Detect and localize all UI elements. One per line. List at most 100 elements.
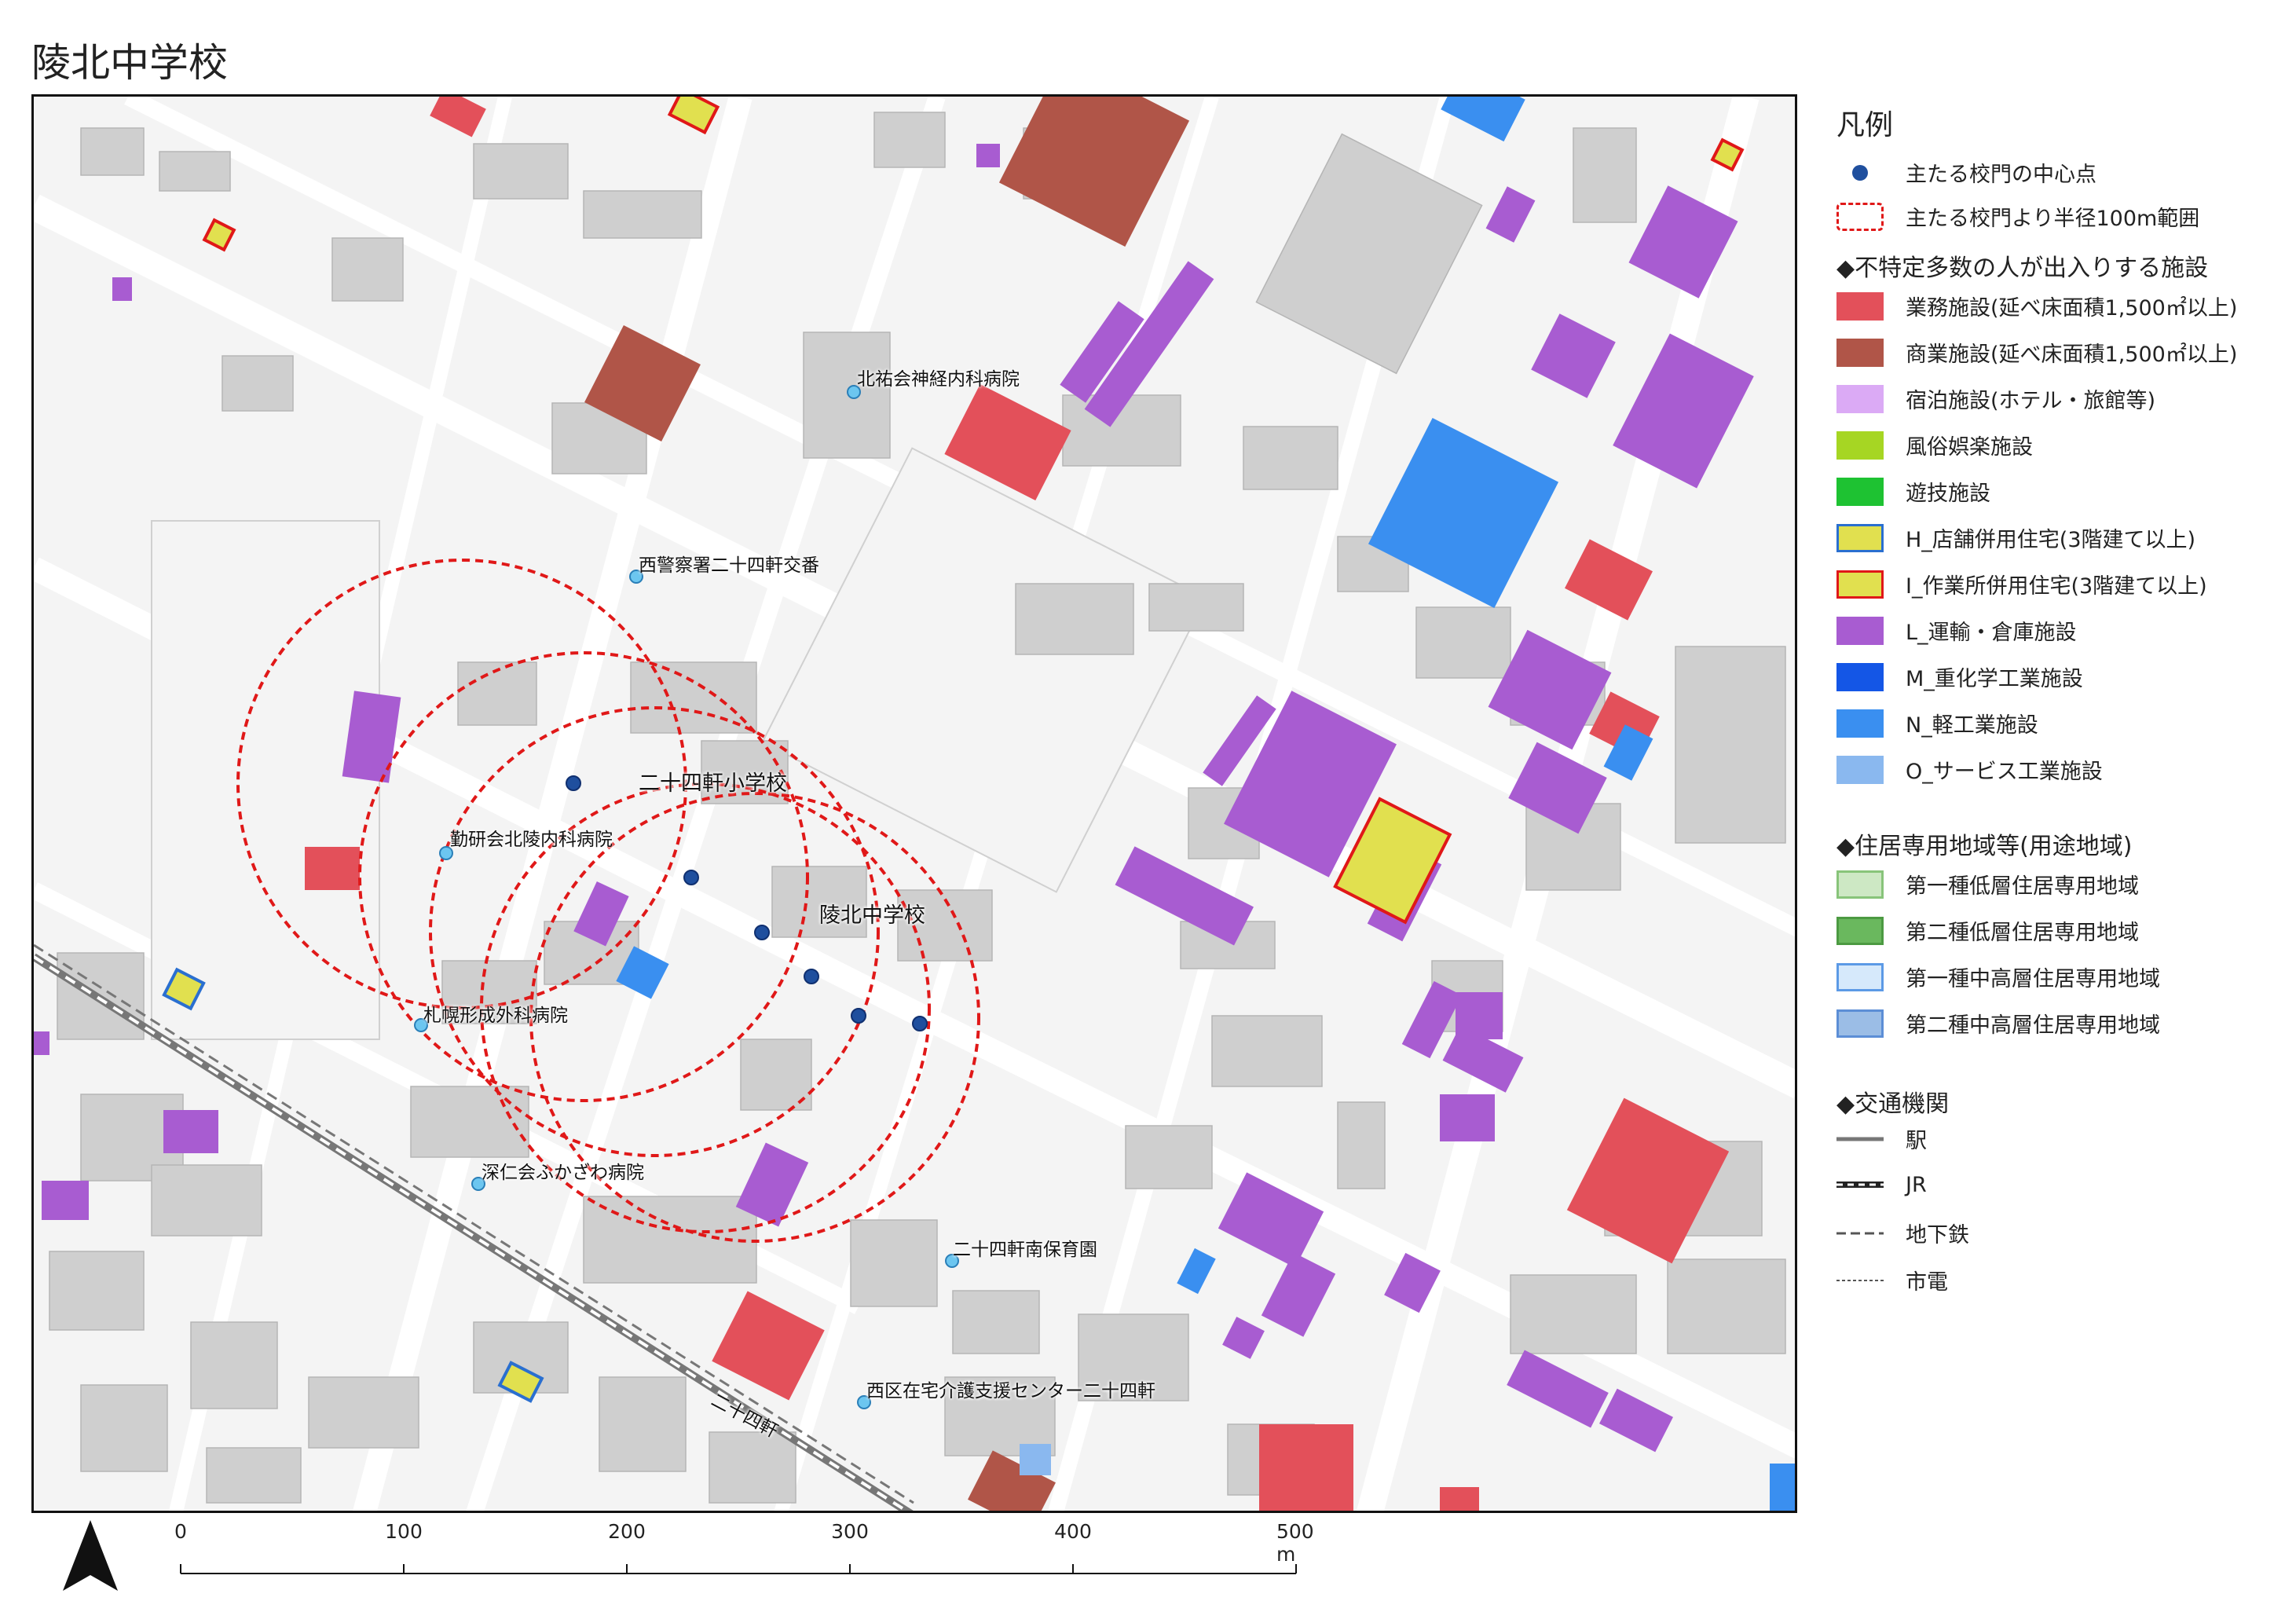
legend-section-public: ◆不特定多数の人が出入りする施設 [1836,255,2209,282]
building [1015,583,1134,655]
legend-label: O_サービス工業施設 [1906,760,2103,784]
facility-business [712,1291,825,1401]
building [1148,583,1244,632]
legend-swatch [1836,570,1884,599]
line-style-icon [1836,1279,1884,1281]
facility-business [1565,539,1653,621]
line-style-icon [1836,1137,1884,1141]
label-hospital-ortho: 札幌形成外科病院 [423,1006,568,1026]
building [1667,1258,1786,1354]
building [80,1384,168,1472]
legend-item: 地下鉄 [1836,1218,1969,1248]
legend-label: 遊技施設 [1906,482,1990,506]
facility-business [1440,1487,1479,1511]
legend-item: JR [1836,1171,1927,1199]
legend-item: O_サービス工業施設 [1836,754,2103,785]
building [190,1321,278,1409]
label-hospital-neuro: 北祐会神経内科病院 [857,369,1020,390]
facility-light-industry [1441,97,1525,142]
building [206,1447,302,1504]
building [873,112,946,168]
legend-swatch [1836,870,1884,899]
legend-item: 第一種中高層住居専用地域 [1836,962,2160,992]
label-hospital-fukazawa: 深仁会ふかざわ病院 [482,1163,644,1183]
legend-label: 風俗娯楽施設 [1906,435,2033,460]
label-hospital-ryoko: 勤研会北陵内科病院 [450,830,613,850]
legend-label: 宿泊施設(ホテル・旅館等) [1906,389,2156,413]
legend-swatch [1836,291,1884,321]
legend-item-radius: 主たる校門より半径100m範囲 [1836,201,2199,232]
legend-swatch [1836,523,1884,552]
facility-work-housing [202,218,236,252]
dashed-circle-icon [1836,202,1884,231]
line-style-icon [1836,1182,1884,1188]
building [1510,1274,1637,1354]
legend-swatch [1836,916,1884,945]
label-police-box: 西警察署二十四軒交番 [639,555,819,576]
legend-item: L_運輸・倉庫施設 [1836,615,2077,646]
legend-item: 風俗娯楽施設 [1836,430,2033,460]
building [151,1164,262,1236]
gate-point [683,870,699,885]
legend-swatch [1836,430,1884,460]
legend-item-gate: 主たる校門の中心点 [1836,157,2096,188]
legend-label: 市電 [1906,1270,1948,1295]
building [410,1086,529,1158]
building [850,1219,938,1307]
facility-business [305,847,360,890]
legend-label: 主たる校門の中心点 [1906,163,2096,187]
legend-label: 駅 [1906,1129,1927,1153]
label-school-elementary: 二十四軒小学校 [639,771,787,796]
building [222,355,294,412]
legend-swatch [1836,477,1884,506]
legend-item: 市電 [1836,1265,1948,1295]
map-canvas[interactable] [34,97,1797,1513]
legend-label: M_重化学工業施設 [1906,667,2083,691]
legend-swatch [1836,662,1884,691]
legend-item: 商業施設(延べ床面積1,500㎡以上) [1836,337,2237,368]
legend-item: N_軽工業施設 [1836,708,2038,738]
building [308,1376,419,1449]
legend-item: I_作業所併用住宅(3階建て以上) [1836,569,2207,599]
legend-item: M_重化学工業施設 [1836,661,2083,692]
scale-bar: 0 100 200 300 400 500 m [157,1520,1335,1599]
legend: 凡例 主たる校門の中心点 主たる校門より半径100m範囲 ◆不特定多数の人が出入… [1836,102,2276,1295]
building [80,127,145,176]
gate-point [851,1008,866,1024]
legend-section-zone: ◆住居専用地域等(用途地域) [1836,833,2133,860]
scale-line [180,1564,1297,1574]
legend-label: 業務施設(延べ床面積1,500㎡以上) [1906,296,2238,321]
map-title: 陵北中学校 [31,40,228,86]
map-frame[interactable]: 北祐会神経内科病院 西警察署二十四軒交番 二十四軒小学校 勤研会北陵内科病院 陵… [31,94,1797,1513]
open-area-park [151,520,380,1040]
building [49,1251,145,1331]
gate-point-icon [1836,159,1884,187]
legend-label: 第二種中高層住居専用地域 [1906,1013,2160,1038]
gate-point [754,925,770,940]
north-arrow-icon [55,1516,126,1598]
legend-swatch [1836,616,1884,645]
building [1211,1015,1323,1087]
building [1415,606,1511,679]
facility-commercial [998,97,1190,247]
legend-item: 業務施設(延べ床面積1,500㎡以上) [1836,291,2237,321]
facility-business [430,97,486,137]
legend-item: 第一種低層住居専用地域 [1836,869,2139,899]
building [1243,426,1338,490]
facility-business [1259,1424,1353,1511]
legend-item: 遊技施設 [1836,476,1990,507]
legend-label: 主たる校門より半径100m範囲 [1906,207,2200,231]
legend-item: H_店舗併用住宅(3階建て以上) [1836,522,2195,553]
legend-label: 第一種低層住居専用地域 [1906,874,2139,899]
building [331,237,404,302]
facility-business [1566,1097,1730,1264]
gate-point [804,969,819,984]
gate-point [566,775,581,791]
building [1255,133,1483,375]
label-nursery: 二十四軒南保育園 [953,1240,1097,1260]
legend-swatch [1836,384,1884,413]
gate-point [912,1016,928,1031]
legend-swatch [1836,755,1884,784]
building [1573,127,1637,223]
facility-service-industry [1020,1444,1051,1475]
